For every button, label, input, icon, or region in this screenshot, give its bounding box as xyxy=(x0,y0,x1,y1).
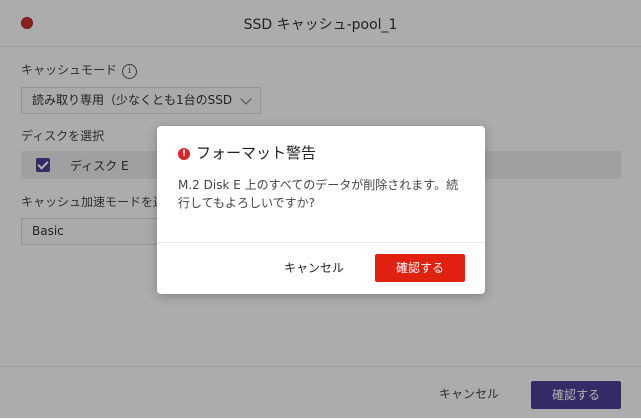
dialog-message: M.2 Disk E 上のすべてのデータが削除されます。続行してもよろしいですか… xyxy=(178,178,459,210)
dialog-confirm-button[interactable]: 確認する xyxy=(375,254,465,282)
dialog-header: ! フォーマット警告 xyxy=(178,142,316,163)
dialog-title: フォーマット警告 xyxy=(196,144,317,162)
warning-icon: ! xyxy=(178,148,190,160)
dialog-divider xyxy=(157,242,485,243)
dialog-cancel-button[interactable]: キャンセル xyxy=(271,255,357,281)
format-warning-dialog: ! フォーマット警告 M.2 Disk E 上のすべてのデータが削除されます。続行… xyxy=(157,126,485,294)
